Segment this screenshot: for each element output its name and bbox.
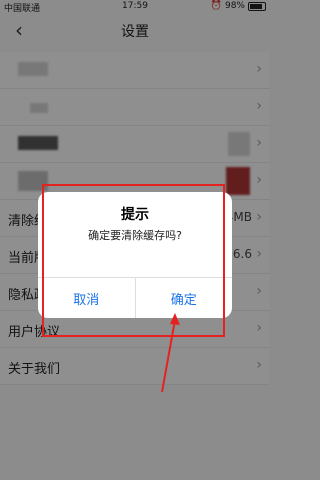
arrow-annotation-icon	[161, 313, 180, 393]
